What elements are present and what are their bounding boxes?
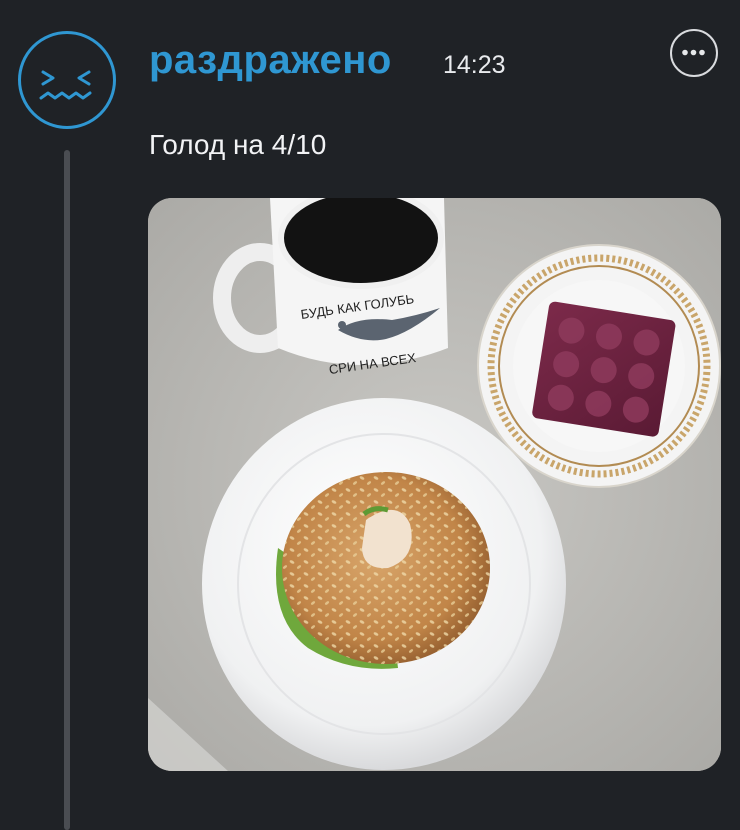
food-photo-illustration: БУДЬ КАК ГОЛУБЬ СРИ НА ВСЕХ xyxy=(148,198,721,771)
post-photo[interactable]: БУДЬ КАК ГОЛУБЬ СРИ НА ВСЕХ xyxy=(148,198,721,771)
chocolate-bar xyxy=(532,301,676,437)
post-timestamp: 14:23 xyxy=(443,51,506,79)
more-options-button[interactable] xyxy=(670,29,718,77)
grimace-face-icon xyxy=(39,70,92,100)
post-text: Голод на 4/10 xyxy=(149,129,327,160)
post-author[interactable]: раздражено xyxy=(149,36,392,84)
user-avatar[interactable] xyxy=(18,31,116,129)
thread-line xyxy=(64,150,70,830)
ellipsis-icon xyxy=(682,49,705,56)
